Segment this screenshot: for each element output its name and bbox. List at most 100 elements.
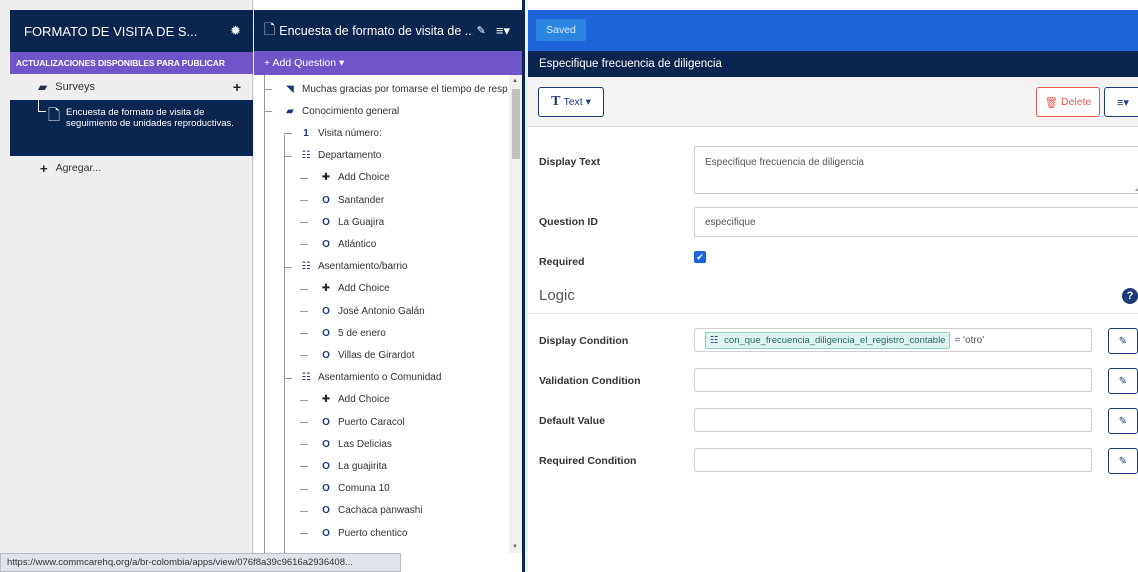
- choice-icon: O: [322, 460, 330, 472]
- tree-item-label: José Antonio Galán: [338, 305, 425, 317]
- tree-item[interactable]: O Las Delicias: [320, 433, 392, 455]
- editor-toolbar: T Text ▾ 🗑 Delete ≡▾: [528, 77, 1138, 127]
- tree-item-label: Atlántico: [338, 238, 377, 250]
- tree-connector: [300, 355, 308, 357]
- tree-item[interactable]: O La guajirita: [320, 455, 387, 477]
- tree-item[interactable]: O Villas de Girardot: [320, 344, 414, 366]
- tree-item-label: Santander: [338, 194, 385, 206]
- gear-icon[interactable]: ✹: [230, 23, 241, 39]
- form-title[interactable]: Encuesta de formato de visita de ...: [279, 24, 472, 38]
- tree-item[interactable]: ✚ Add Choice: [320, 278, 390, 300]
- tree-item[interactable]: O Puerto chentico: [320, 522, 408, 544]
- app-title[interactable]: FORMATO DE VISITA DE S...: [24, 24, 230, 39]
- choice-icon: O: [322, 327, 330, 339]
- tree-item-label: Puerto chentico: [338, 527, 408, 539]
- choice-icon: O: [322, 505, 330, 517]
- add-module-button[interactable]: + Agregar...: [10, 158, 253, 178]
- tree-connector: [300, 244, 308, 246]
- app-header[interactable]: FORMATO DE VISITA DE S... ✹: [10, 10, 253, 52]
- tree-item[interactable]: ✚ Add Choice: [320, 389, 390, 411]
- edit-icon: ✎: [1118, 455, 1128, 467]
- tree-connector: [300, 200, 308, 201]
- sidebar-item-label: Surveys: [55, 81, 95, 93]
- edit-validation-condition-button[interactable]: ✎: [1108, 368, 1138, 394]
- edit-icon: ✎: [1118, 375, 1128, 387]
- add-module-label: Agregar...: [55, 162, 102, 174]
- tree-item-label: Puerto Caracol: [338, 416, 405, 428]
- required-condition-input[interactable]: [694, 448, 1092, 472]
- tree-item[interactable]: ◥ Muchas gracias por tomarse el tiempo de…: [284, 78, 508, 100]
- question-id-label: Question ID: [539, 216, 598, 228]
- tree-item-label: Comuna 10: [338, 483, 390, 495]
- saved-button[interactable]: Saved: [536, 19, 586, 41]
- choice-icon: O: [322, 438, 330, 450]
- display-condition-label: Display Condition: [539, 335, 629, 347]
- tree-connector: [300, 422, 308, 423]
- required-label: Required: [539, 256, 585, 268]
- updates-banner[interactable]: ACTUALIZACIONES DISPONIBLES PARA PUBLICA…: [10, 52, 253, 74]
- tree-item[interactable]: ✚ Add Choice: [320, 167, 390, 189]
- question-title: Especifique frecuencia de diligencia: [528, 51, 1138, 77]
- display-text-input[interactable]: Especifique frecuencia de diligencia ◢: [694, 146, 1138, 194]
- display-condition-input[interactable]: ☷ con_que_frecuencia_diligencia_el_regis…: [694, 328, 1092, 352]
- tree-item[interactable]: 1 Visita número:: [300, 122, 382, 144]
- edit-display-condition-button[interactable]: ✎: [1108, 328, 1138, 354]
- scrollbar-thumb[interactable]: [512, 89, 520, 159]
- delete-button[interactable]: 🗑 Delete: [1036, 87, 1100, 117]
- tree-item[interactable]: O Atlántico: [320, 233, 376, 255]
- more-menu-button[interactable]: ≡▾: [1104, 87, 1138, 117]
- add-form-icon[interactable]: +: [233, 79, 241, 95]
- question-type-label: Text ▾: [563, 96, 591, 108]
- tree-item[interactable]: O La Guajira: [320, 211, 384, 233]
- text-type-icon: T: [551, 94, 561, 109]
- edit-required-condition-button[interactable]: ✎: [1108, 448, 1138, 474]
- tree-item[interactable]: ☷ Asentamiento/barrio: [300, 256, 408, 278]
- tree-item-label: 5 de enero: [338, 327, 386, 339]
- tree-connector: [284, 377, 292, 379]
- validation-condition-input[interactable]: [694, 368, 1092, 392]
- tree-item-label: Asentamiento o Comunidad: [318, 372, 442, 384]
- tree-item-label: Visita número:: [318, 127, 382, 139]
- number-icon: 1: [303, 127, 309, 139]
- choice-icon: O: [322, 416, 330, 428]
- tree-item[interactable]: O 5 de enero: [320, 322, 386, 344]
- validation-condition-label: Validation Condition: [539, 375, 641, 387]
- tree-scrollbar[interactable]: ▲ ▼: [509, 75, 522, 553]
- question-type-button[interactable]: T Text ▾: [538, 87, 604, 117]
- choice-icon: O: [322, 216, 330, 228]
- sidebar-item-surveys[interactable]: ▰ Surveys +: [10, 76, 253, 98]
- choice-icon: O: [322, 305, 330, 317]
- tree-item-label: Add Choice: [338, 283, 390, 295]
- tree-item[interactable]: O José Antonio Galán: [320, 300, 425, 322]
- display-text-label: Display Text: [539, 156, 601, 168]
- menu-icon[interactable]: ≡▾: [496, 23, 510, 39]
- edit-icon: ✎: [1118, 415, 1128, 427]
- single-select-icon: ☷: [301, 372, 311, 384]
- tree-item[interactable]: ☷ Asentamiento o Comunidad: [300, 367, 442, 389]
- tree-item[interactable]: ▰ Conocimiento general: [284, 100, 399, 122]
- tree-guide-line: [264, 75, 265, 553]
- tree-item[interactable]: O Puerto Caracol: [320, 411, 405, 433]
- tree-connector: [300, 488, 308, 490]
- tree-item[interactable]: O Santander: [320, 189, 384, 211]
- question-id-input[interactable]: especifique: [694, 207, 1138, 237]
- tree-item[interactable]: ☷ Departamento: [300, 145, 382, 167]
- scroll-up-icon[interactable]: ▲: [512, 78, 518, 84]
- required-checkbox[interactable]: ✔: [694, 251, 706, 263]
- tree-item[interactable]: O Comuna 10: [320, 478, 390, 500]
- tree-connector: [284, 266, 292, 268]
- add-icon: ✚: [321, 394, 331, 406]
- default-value-input[interactable]: [694, 408, 1092, 432]
- help-icon[interactable]: ?: [1122, 288, 1138, 304]
- tree-item[interactable]: O Cachaca panwashi: [320, 500, 422, 522]
- scroll-down-icon[interactable]: ▼: [512, 544, 518, 550]
- add-icon: ✚: [321, 283, 331, 295]
- edit-default-value-button[interactable]: ✎: [1108, 408, 1138, 434]
- edit-icon: ✎: [1118, 335, 1128, 347]
- sidebar-item-form[interactable]: 🗋 Encuesta de formato de visita de segui…: [10, 100, 253, 156]
- condition-question-token[interactable]: ☷ con_que_frecuencia_diligencia_el_regis…: [705, 331, 951, 349]
- add-question-button[interactable]: + Add Question ▾: [254, 51, 522, 75]
- tree-connector: [300, 311, 308, 312]
- tree-connector: [300, 333, 308, 335]
- pencil-icon[interactable]: ✎: [477, 24, 486, 37]
